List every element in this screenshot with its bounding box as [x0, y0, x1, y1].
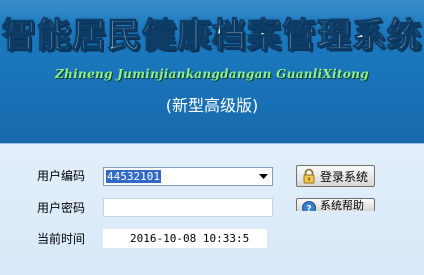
chevron-down-icon[interactable] [257, 168, 269, 185]
help-icon: ? [301, 200, 317, 211]
password-label: 用户密码 [37, 201, 86, 215]
help-button[interactable]: ? 系统帮助 [296, 198, 375, 211]
current-time-label: 当前时间 [37, 232, 86, 246]
password-field[interactable] [103, 198, 273, 217]
login-form-panel: 用户编码 44532101 用户密码 当前时间 2016-10-08 10:33… [0, 143, 424, 275]
user-code-value[interactable]: 44532101 [106, 170, 161, 183]
app-title: 智能居民健康档案管理系统 [1, 15, 422, 56]
svg-text:?: ? [306, 205, 311, 212]
user-code-combobox[interactable]: 44532101 [103, 167, 273, 186]
lock-icon [301, 168, 317, 184]
help-button-label: 系统帮助 [320, 199, 364, 211]
user-code-label: 用户编码 [37, 169, 86, 183]
header-banner: 智能居民健康档案管理系统 Zhineng Juminjiankangdangan… [0, 0, 424, 143]
login-button-label: 登录系统 [320, 169, 369, 184]
login-window: 智能居民健康档案管理系统 Zhineng Juminjiankangdangan… [0, 0, 424, 275]
current-time-field: 2016-10-08 10:33:5 [103, 229, 267, 248]
edition-label: (新型高级版) [165, 96, 259, 115]
app-subtitle-pinyin: Zhineng Juminjiankangdangan GuanliXitong [55, 67, 369, 81]
login-button[interactable]: 登录系统 [296, 165, 375, 187]
